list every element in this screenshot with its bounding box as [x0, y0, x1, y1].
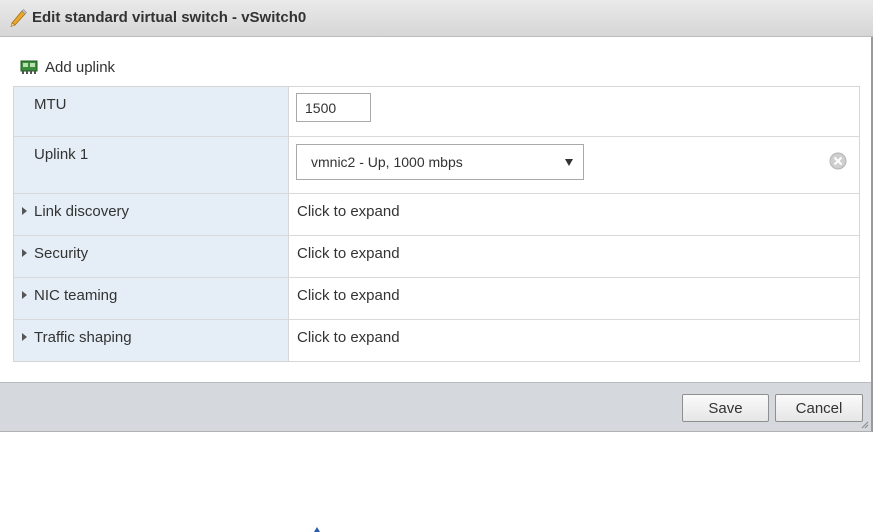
security-label: Security: [34, 245, 89, 262]
pencil-icon: [10, 9, 27, 27]
security-row[interactable]: Security Click to expand: [14, 236, 859, 278]
dropdown-arrow-icon: [565, 159, 573, 166]
background-mark: [314, 527, 320, 532]
dialog-footer: Save Cancel: [0, 382, 871, 431]
expand-caret-icon[interactable]: [22, 249, 27, 257]
add-uplink-label: Add uplink: [45, 58, 116, 76]
nic-teaming-row[interactable]: NIC teaming Click to expand: [14, 278, 859, 320]
uplink-select[interactable]: vmnic2 - Up, 1000 mbps: [296, 144, 584, 180]
link-discovery-label: Link discovery: [34, 203, 130, 220]
remove-circle-icon[interactable]: [829, 152, 847, 170]
dialog-title: Edit standard virtual switch - vSwitch0: [32, 9, 307, 26]
settings-grid: MTU Uplink 1 vmnic2 - Up, 1000 mbps Link…: [13, 86, 860, 362]
mtu-row: MTU: [14, 87, 859, 137]
network-card-icon: [20, 60, 38, 74]
add-uplink-button[interactable]: Add uplink: [20, 57, 115, 77]
nic-teaming-expand[interactable]: Click to expand: [297, 287, 400, 304]
cancel-button[interactable]: Cancel: [775, 394, 863, 422]
link-discovery-row[interactable]: Link discovery Click to expand: [14, 194, 859, 236]
save-button[interactable]: Save: [682, 394, 769, 422]
traffic-shaping-row[interactable]: Traffic shaping Click to expand: [14, 320, 859, 361]
expand-caret-icon[interactable]: [22, 291, 27, 299]
edit-vswitch-dialog: Edit standard virtual switch - vSwitch0 …: [0, 0, 873, 432]
traffic-shaping-expand[interactable]: Click to expand: [297, 329, 400, 346]
uplink-row: Uplink 1 vmnic2 - Up, 1000 mbps: [14, 137, 859, 194]
mtu-input[interactable]: [296, 93, 371, 122]
mtu-label: MTU: [34, 96, 67, 113]
resize-grip-icon[interactable]: [861, 421, 869, 429]
nic-teaming-label: NIC teaming: [34, 287, 118, 304]
uplink-label: Uplink 1: [34, 146, 89, 163]
link-discovery-expand[interactable]: Click to expand: [297, 203, 400, 220]
dialog-titlebar[interactable]: Edit standard virtual switch - vSwitch0: [0, 0, 873, 37]
security-expand[interactable]: Click to expand: [297, 245, 400, 262]
uplink-selected-value: vmnic2 - Up, 1000 mbps: [311, 154, 463, 170]
expand-caret-icon[interactable]: [22, 207, 27, 215]
expand-caret-icon[interactable]: [22, 333, 27, 341]
traffic-shaping-label: Traffic shaping: [34, 329, 132, 346]
